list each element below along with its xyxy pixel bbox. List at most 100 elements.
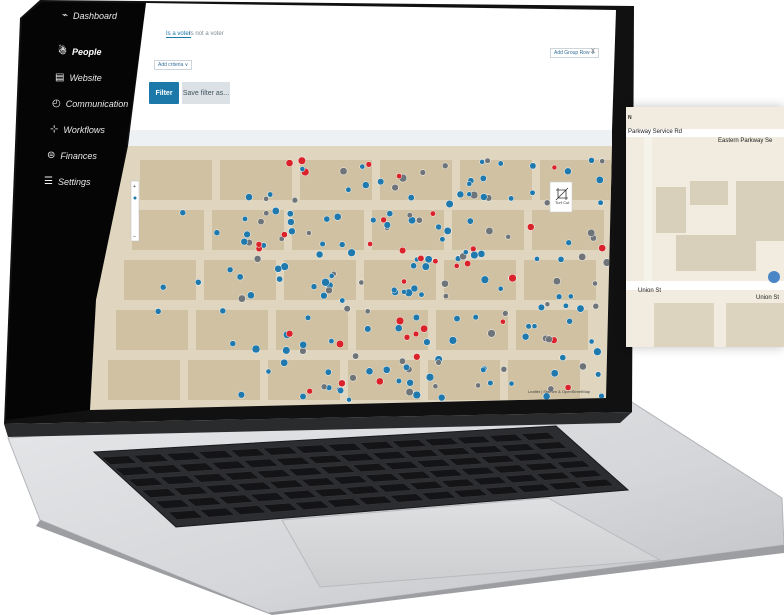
voter-dot[interactable] xyxy=(335,339,345,349)
voter-dot[interactable] xyxy=(470,245,477,253)
voter-dot[interactable] xyxy=(299,166,306,172)
voter-dot[interactable] xyxy=(529,189,536,196)
voter-dot[interactable] xyxy=(412,330,420,338)
voter-dot[interactable] xyxy=(255,241,263,248)
voter-dot[interactable] xyxy=(410,284,419,293)
voter-dot[interactable] xyxy=(445,199,454,209)
voter-dot[interactable] xyxy=(562,302,569,309)
voter-dot[interactable] xyxy=(477,250,486,258)
voter-dot[interactable] xyxy=(276,275,283,283)
voter-dot[interactable] xyxy=(370,216,377,224)
voter-dot[interactable] xyxy=(418,291,425,298)
voter-dot[interactable] xyxy=(319,240,326,248)
tab-is-a-voter[interactable]: Is a voter xyxy=(166,31,191,38)
voter-dot[interactable] xyxy=(508,195,515,202)
voter-dot[interactable] xyxy=(413,353,421,361)
voter-dot[interactable] xyxy=(291,197,299,204)
voter-dot[interactable] xyxy=(448,336,458,345)
voter-dot[interactable] xyxy=(346,396,352,403)
voter-dot[interactable] xyxy=(439,236,446,243)
voter-dot[interactable] xyxy=(565,239,572,246)
voter-dot[interactable] xyxy=(406,212,413,219)
voter-dot[interactable] xyxy=(593,347,602,356)
voter-dot[interactable] xyxy=(559,354,567,361)
voter-dot[interactable] xyxy=(527,223,535,231)
voter-dot[interactable] xyxy=(419,169,426,176)
voter-dot[interactable] xyxy=(338,379,346,388)
voter-dot[interactable] xyxy=(271,207,280,215)
voter-dot[interactable] xyxy=(383,221,391,229)
voter-dot[interactable] xyxy=(287,218,295,226)
voter-dot[interactable] xyxy=(588,157,595,164)
voter-dot[interactable] xyxy=(299,393,307,400)
voter-dot[interactable] xyxy=(399,246,407,255)
voter-dot[interactable] xyxy=(403,363,410,371)
voter-dot[interactable] xyxy=(578,252,587,261)
sidebar-item-dashboard[interactable]: ⌁ Dashboard xyxy=(62,10,117,21)
voter-dot[interactable] xyxy=(472,314,479,321)
voter-dot[interactable] xyxy=(386,210,394,217)
sidebar-item-settings[interactable]: ☰ Settings xyxy=(44,176,91,187)
voter-dot[interactable] xyxy=(251,344,261,354)
voter-dot[interactable] xyxy=(364,308,371,315)
voter-dot[interactable] xyxy=(466,181,473,187)
voter-dot[interactable] xyxy=(328,273,335,279)
voter-dot[interactable] xyxy=(587,228,596,237)
voter-dot[interactable] xyxy=(407,194,415,202)
voter-dot[interactable] xyxy=(263,210,270,217)
voter-dot[interactable] xyxy=(401,278,407,285)
voter-dot[interactable] xyxy=(281,231,288,238)
voter-dot[interactable] xyxy=(343,305,351,313)
voter-dot[interactable] xyxy=(321,278,330,287)
voter-dot[interactable] xyxy=(398,357,406,365)
voter-dot[interactable] xyxy=(365,161,372,168)
voter-dot[interactable] xyxy=(500,318,506,325)
voter-dot[interactable] xyxy=(425,373,435,382)
zoom-in-icon[interactable]: + xyxy=(133,184,136,190)
voter-dot[interactable] xyxy=(462,249,469,256)
voter-dot[interactable] xyxy=(456,190,465,199)
tab-is-not-a-voter[interactable]: Is not a voter xyxy=(189,31,224,37)
voter-dot[interactable] xyxy=(599,158,606,165)
voter-dot[interactable] xyxy=(315,250,324,259)
voter-dot[interactable] xyxy=(310,283,318,290)
voter-dot[interactable] xyxy=(395,316,405,326)
voter-dot[interactable] xyxy=(382,365,391,374)
voter-dot[interactable] xyxy=(377,178,385,186)
voter-dot[interactable] xyxy=(403,334,411,341)
voter-dot[interactable] xyxy=(592,280,598,287)
voter-dot[interactable] xyxy=(195,279,202,286)
voter-dot[interactable] xyxy=(339,167,348,176)
voter-dot[interactable] xyxy=(435,223,442,231)
zoom-out-icon[interactable]: – xyxy=(133,234,136,240)
voter-dot[interactable] xyxy=(364,325,372,333)
voter-dot[interactable] xyxy=(487,379,494,387)
voter-dot[interactable] xyxy=(362,181,370,189)
voter-dot[interactable] xyxy=(237,294,246,303)
voter-dot[interactable] xyxy=(534,256,540,262)
voter-dot[interactable] xyxy=(339,297,346,304)
voter-dot[interactable] xyxy=(236,273,244,281)
voter-dot[interactable] xyxy=(245,193,253,201)
add-criteria-dropdown[interactable]: Add criteria ∨ xyxy=(154,60,193,70)
voter-dot[interactable] xyxy=(154,308,162,315)
voter-dot[interactable] xyxy=(555,293,563,300)
voter-dot[interactable] xyxy=(391,286,398,294)
voter-dot[interactable] xyxy=(443,226,452,235)
save-filter-button[interactable]: Save filter as... xyxy=(182,82,230,104)
voter-dot[interactable] xyxy=(328,338,335,345)
voter-dot[interactable] xyxy=(453,263,460,269)
voter-dot[interactable] xyxy=(579,362,587,371)
voter-dot[interactable] xyxy=(237,391,246,399)
voter-dot[interactable] xyxy=(304,314,312,321)
voter-dot[interactable] xyxy=(412,313,420,322)
voter-dot[interactable] xyxy=(159,283,167,291)
voter-dot[interactable] xyxy=(592,302,600,310)
voter-dot[interactable] xyxy=(365,367,374,376)
voter-dot[interactable] xyxy=(502,310,509,317)
voter-dot[interactable] xyxy=(299,340,308,349)
voter-dot[interactable] xyxy=(464,260,472,268)
voter-dot[interactable] xyxy=(349,374,357,382)
voter-dot[interactable] xyxy=(485,227,494,235)
sidebar-item-people[interactable]: ☃ People xyxy=(58,46,101,57)
